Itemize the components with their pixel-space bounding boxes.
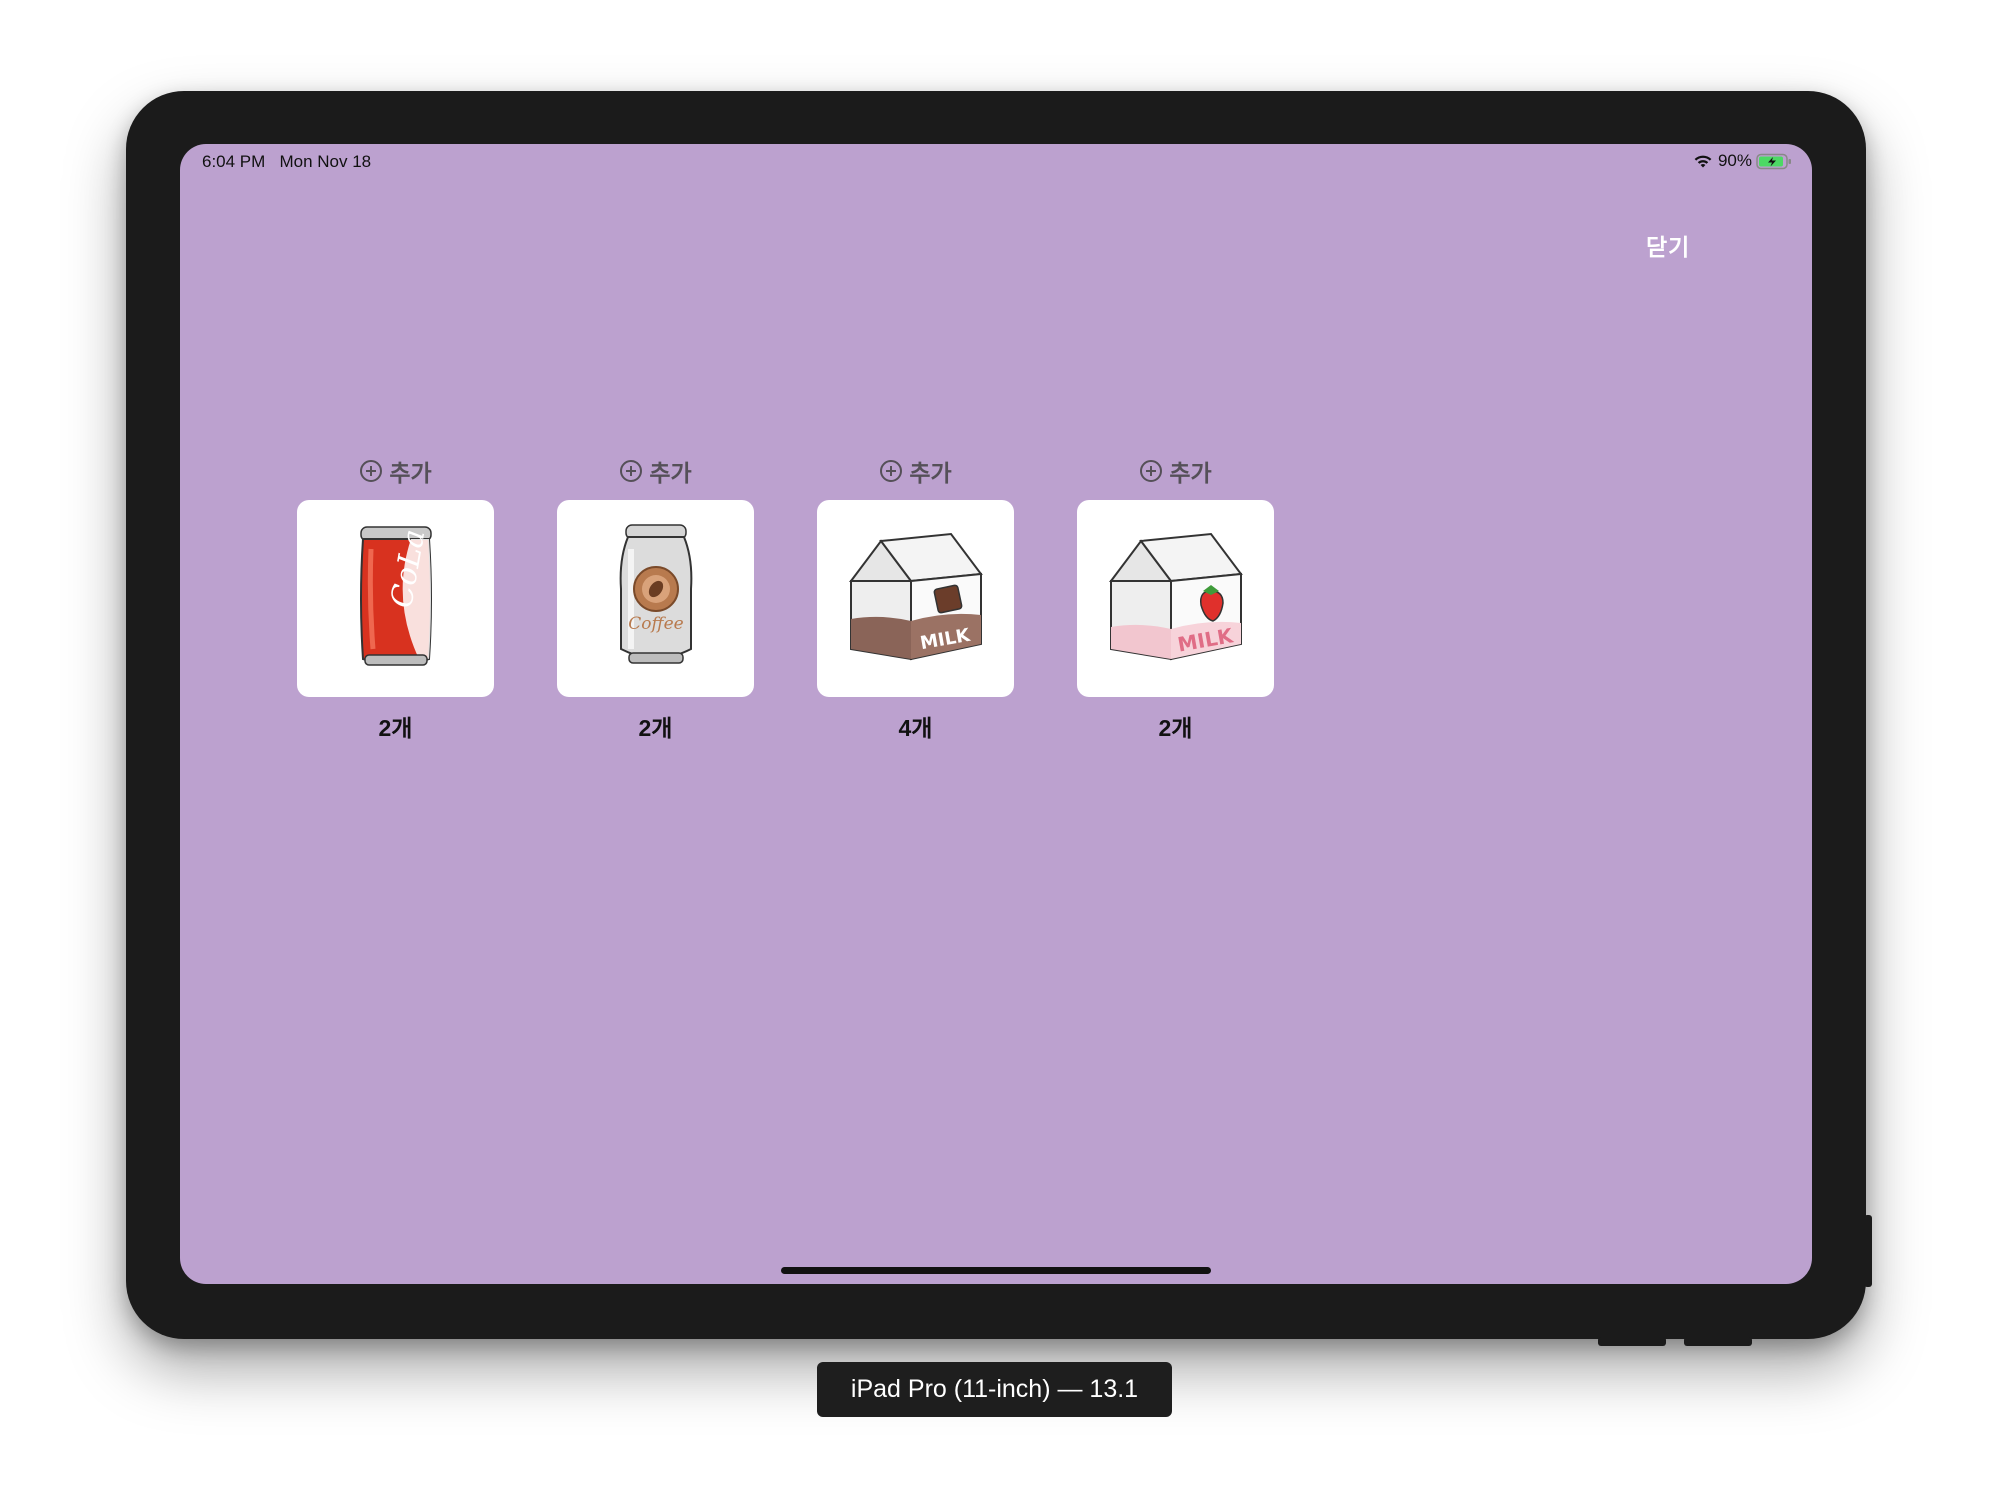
drink-item-chocolate-milk: 추가 MILK 4개 [817,454,1014,743]
volume-down-button [1684,1337,1752,1346]
plus-circle-icon [360,460,383,482]
plus-circle-icon [620,460,643,482]
item-count: 4개 [898,715,933,741]
close-button[interactable]: 닫기 [1646,228,1690,262]
coffee-can-image: Coffee [619,523,692,664]
drink-card-strawberry-milk[interactable]: MILK [1077,500,1274,697]
simulator-stage: 6:04 PM Mon Nov 18 90% 닫기 추가 CoLa 2개 추가 … [0,0,1990,1500]
battery-percent: 90% [1717,151,1752,170]
home-indicator[interactable] [781,1267,1211,1274]
add-label: 추가 [909,460,952,486]
svg-text:Coffee: Coffee [628,614,683,634]
simulator-device-label: iPad Pro (11-inch) — 13.1 [817,1362,1172,1417]
add-button-coffee[interactable]: 추가 [619,454,692,488]
plus-circle-icon [880,460,903,482]
drink-item-cola: 추가 CoLa 2개 [297,454,494,743]
volume-up-button [1598,1337,1666,1346]
status-time-date: 6:04 PM Mon Nov 18 [202,152,371,172]
strawberry-milk-carton-image: MILK [1108,532,1243,660]
wifi-icon [1694,155,1712,168]
status-date: Mon Nov 18 [279,152,372,171]
battery-charging-icon [1756,153,1791,169]
add-label: 추가 [649,460,692,486]
add-label: 추가 [389,460,432,486]
drink-card-cola[interactable]: CoLa [297,500,494,697]
drink-item-coffee: 추가 Coffee 2개 [557,454,754,743]
add-label: 추가 [1169,460,1212,486]
app-screen: 6:04 PM Mon Nov 18 90% 닫기 추가 CoLa 2개 추가 … [180,144,1812,1284]
item-count: 2개 [1158,715,1193,741]
add-button-cola[interactable]: 추가 [359,454,432,488]
item-count: 2개 [638,715,673,741]
drink-card-chocolate-milk[interactable]: MILK [817,500,1014,697]
add-button-chocolate-milk[interactable]: 추가 [879,454,952,488]
cola-can-image: CoLa [359,525,432,666]
drink-card-coffee[interactable]: Coffee [557,500,754,697]
power-button [1864,1215,1872,1287]
drink-inventory-list: 추가 CoLa 2개 추가 Coffee 2개 추가 MILK 4개 추가 MI… [297,454,1274,743]
item-count: 2개 [378,715,413,741]
status-indicators: 90% [1692,151,1792,171]
chocolate-milk-carton-image: MILK [848,532,983,660]
plus-circle-icon [1140,460,1163,482]
status-time: 6:04 PM [202,152,266,171]
add-button-strawberry-milk[interactable]: 추가 [1139,454,1212,488]
drink-item-strawberry-milk: 추가 MILK 2개 [1077,454,1274,743]
